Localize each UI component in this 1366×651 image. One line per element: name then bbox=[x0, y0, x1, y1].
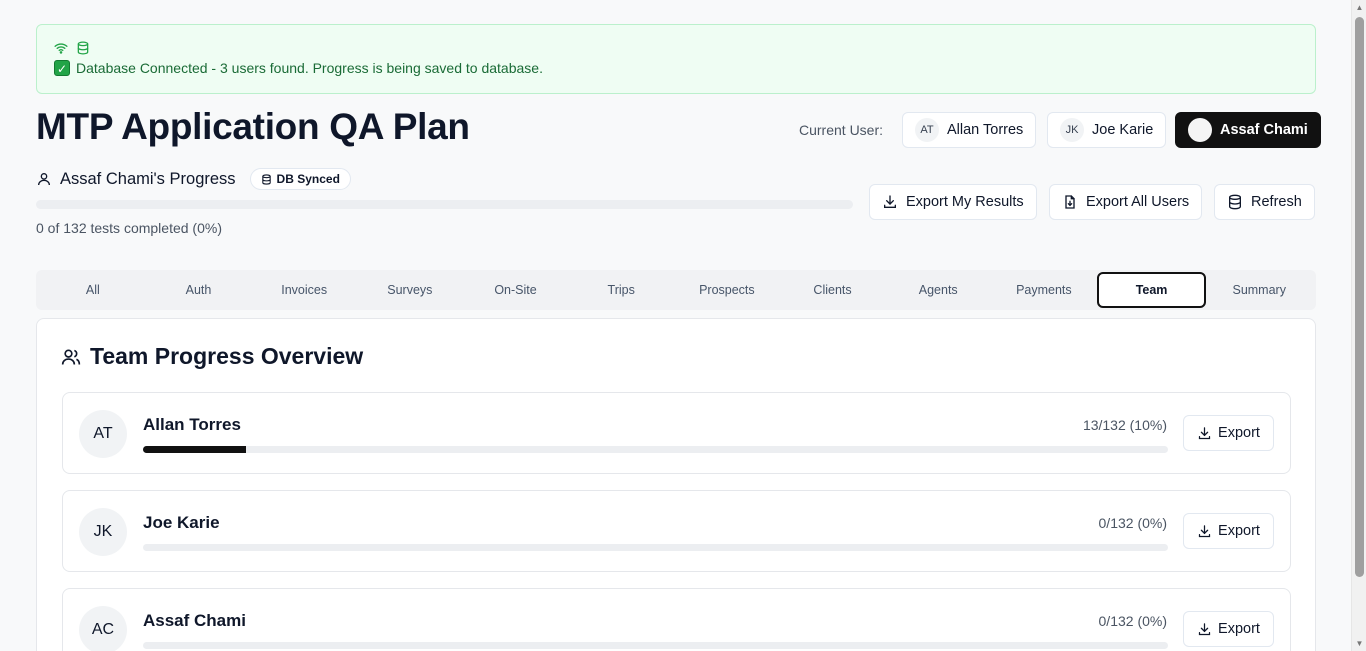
file-download-icon bbox=[1062, 194, 1078, 210]
download-icon bbox=[1197, 426, 1212, 441]
db-synced-badge: DB Synced bbox=[249, 168, 351, 190]
checkmark-icon: ✓ bbox=[54, 60, 70, 76]
tab-auth[interactable]: Auth bbox=[146, 272, 252, 308]
avatar: AT bbox=[79, 410, 127, 458]
team-member-row: JK Joe Karie 0/132 (0%) Export bbox=[62, 490, 1291, 572]
scroll-up-icon[interactable]: ▲ bbox=[1355, 3, 1364, 12]
scrollbar-thumb[interactable] bbox=[1355, 17, 1364, 577]
export-member-button[interactable]: Export bbox=[1183, 611, 1274, 647]
member-progress-bar bbox=[143, 446, 1168, 453]
my-progress-bar bbox=[36, 200, 853, 209]
page-scrollbar[interactable]: ▲ ▼ bbox=[1351, 0, 1366, 651]
member-name: Assaf Chami bbox=[143, 611, 246, 630]
database-icon bbox=[76, 41, 90, 55]
section-tabs: All Auth Invoices Surveys On-Site Trips … bbox=[36, 270, 1316, 310]
download-icon bbox=[1197, 622, 1212, 637]
wifi-icon bbox=[54, 41, 68, 55]
refresh-button[interactable]: Refresh bbox=[1214, 184, 1315, 220]
button-label: Export My Results bbox=[906, 194, 1024, 210]
button-label: Refresh bbox=[1251, 194, 1302, 210]
user-name: Allan Torres bbox=[947, 122, 1024, 138]
tab-clients[interactable]: Clients bbox=[780, 272, 886, 308]
avatar: JK bbox=[79, 508, 127, 556]
db-status-banner: ✓ Database Connected - 3 users found. Pr… bbox=[36, 24, 1316, 94]
tests-completed-text: 0 of 132 tests completed (0%) bbox=[36, 220, 222, 236]
member-name: Joe Karie bbox=[143, 513, 220, 532]
tab-payments[interactable]: Payments bbox=[991, 272, 1097, 308]
button-label: Export bbox=[1218, 523, 1260, 539]
export-my-results-button[interactable]: Export My Results bbox=[869, 184, 1037, 220]
users-icon bbox=[61, 347, 81, 367]
banner-message: Database Connected - 3 users found. Prog… bbox=[76, 60, 543, 76]
team-member-row: AC Assaf Chami 0/132 (0%) Export bbox=[62, 588, 1291, 651]
progress-title: Assaf Chami's Progress bbox=[60, 169, 236, 188]
member-progress-bar bbox=[143, 642, 1168, 649]
badge-label: DB Synced bbox=[276, 172, 340, 186]
tab-surveys[interactable]: Surveys bbox=[357, 272, 463, 308]
team-progress-card: Team Progress Overview AT Allan Torres 1… bbox=[36, 318, 1316, 651]
user-select-allan-torres[interactable]: AT Allan Torres bbox=[902, 112, 1037, 148]
database-icon bbox=[261, 173, 272, 185]
team-member-row: AT Allan Torres 13/132 (10%) Export bbox=[62, 392, 1291, 474]
member-progress-bar bbox=[143, 544, 1168, 551]
user-select-joe-karie[interactable]: JK Joe Karie bbox=[1047, 112, 1167, 148]
tab-trips[interactable]: Trips bbox=[568, 272, 674, 308]
download-icon bbox=[1197, 524, 1212, 539]
team-title: Team Progress Overview bbox=[90, 343, 364, 369]
tab-summary[interactable]: Summary bbox=[1206, 272, 1312, 308]
current-user-label: Current User: bbox=[799, 122, 884, 138]
export-member-button[interactable]: Export bbox=[1183, 513, 1274, 549]
button-label: Export All Users bbox=[1086, 194, 1190, 210]
tab-prospects[interactable]: Prospects bbox=[674, 272, 780, 308]
export-all-users-button[interactable]: Export All Users bbox=[1049, 184, 1203, 220]
scroll-down-icon[interactable]: ▼ bbox=[1355, 639, 1364, 648]
tab-invoices[interactable]: Invoices bbox=[251, 272, 357, 308]
user-name: Joe Karie bbox=[1092, 122, 1154, 138]
avatar: AC bbox=[79, 606, 127, 651]
page-title: MTP Application QA Plan bbox=[36, 106, 470, 147]
avatar: JK bbox=[1060, 118, 1084, 142]
tab-team[interactable]: Team bbox=[1096, 272, 1207, 308]
button-label: Export bbox=[1218, 425, 1260, 441]
member-progress-fill bbox=[143, 446, 246, 453]
avatar: AT bbox=[915, 118, 939, 142]
member-count: 0/132 (0%) bbox=[1098, 613, 1167, 629]
my-progress-header: Assaf Chami's Progress DB Synced bbox=[36, 168, 351, 190]
tab-all[interactable]: All bbox=[40, 272, 146, 308]
tab-agents[interactable]: Agents bbox=[885, 272, 991, 308]
database-icon bbox=[1227, 194, 1243, 210]
team-progress-heading: Team Progress Overview bbox=[61, 343, 363, 370]
user-icon bbox=[36, 171, 52, 187]
member-name: Allan Torres bbox=[143, 415, 241, 434]
tab-on-site[interactable]: On-Site bbox=[463, 272, 569, 308]
avatar bbox=[1188, 118, 1212, 142]
download-icon bbox=[882, 194, 898, 210]
export-member-button[interactable]: Export bbox=[1183, 415, 1274, 451]
user-name: Assaf Chami bbox=[1220, 122, 1308, 138]
button-label: Export bbox=[1218, 621, 1260, 637]
user-select-assaf-chami[interactable]: Assaf Chami bbox=[1175, 112, 1321, 148]
member-count: 0/132 (0%) bbox=[1098, 515, 1167, 531]
member-count: 13/132 (10%) bbox=[1082, 417, 1167, 433]
